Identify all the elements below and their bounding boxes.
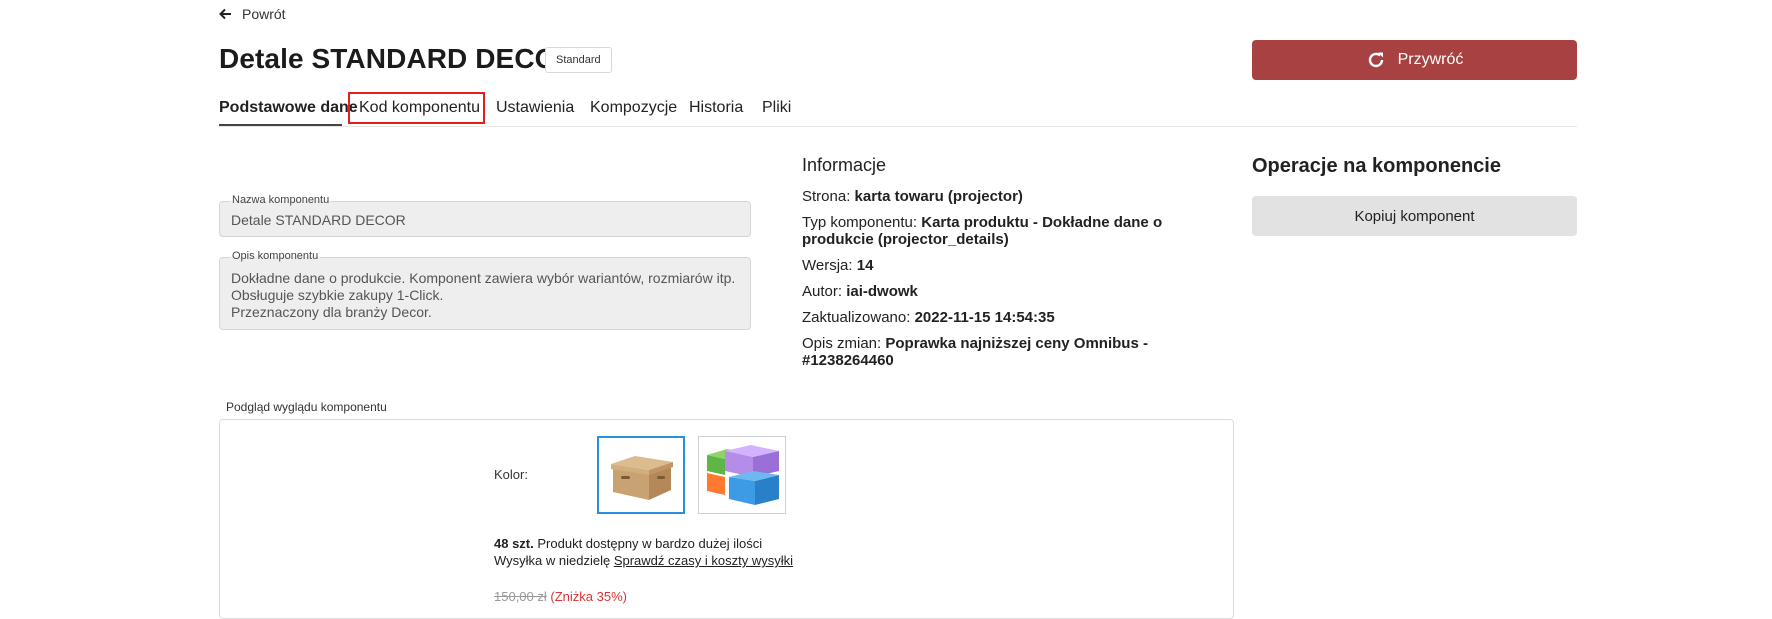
info-key: Typ komponentu: (802, 214, 918, 231)
tab-pliki[interactable]: Pliki (762, 99, 791, 117)
info-key: Autor: (802, 283, 843, 300)
description-line-1: Dokładne dane o produkcie. Komponent zaw… (231, 270, 736, 286)
status-badge: Standard (545, 47, 612, 73)
price-info: 150,00 zł (Zniżka 35%) (494, 589, 627, 604)
description-line-2: Obsługuje szybkie zakupy 1-Click. (231, 287, 444, 303)
copy-component-button[interactable]: Kopiuj komponent (1252, 196, 1577, 236)
cardboard-box-image (611, 456, 673, 500)
tab-highlight-box (348, 92, 485, 124)
shipping-info: Wysyłka w niedzielę Sprawdź czasy i kosz… (494, 553, 793, 568)
info-key: Strona: (802, 188, 851, 205)
back-link[interactable]: Powrót (219, 6, 286, 22)
color-label: Kolor: (494, 467, 528, 482)
info-row-zaktualizowano: Zaktualizowano: 2022-11-15 14:54:35 (802, 309, 1182, 326)
description-line-3: Przeznaczony dla branży Decor. (231, 304, 432, 320)
tab-ustawienia[interactable]: Ustawienia (496, 99, 574, 117)
refresh-icon (1368, 52, 1383, 68)
stock-info: 48 szt. Produkt dostępny w bardzo dużej … (494, 536, 762, 551)
info-value: 14 (856, 257, 874, 274)
colorful-boxes-image (707, 445, 779, 505)
component-description-field[interactable]: Opis komponentu Dokładne dane o produkci… (219, 250, 751, 330)
restore-button[interactable]: Przywróć (1252, 40, 1577, 80)
tab-podstawowe-dane[interactable]: Podstawowe dane (219, 99, 358, 117)
active-tab-indicator (219, 124, 342, 126)
shipping-text: Wysyłka w niedzielę (494, 553, 611, 568)
info-row-typ: Typ komponentu: Karta produktu - Dokładn… (802, 214, 1182, 248)
info-row-wersja: Wersja: 14 (802, 257, 1182, 274)
tab-bar: Podstawowe dane Kod komponentu Ustawieni… (219, 92, 1577, 127)
component-name-label: Nazwa komponentu (230, 194, 332, 206)
arrow-left-icon (219, 8, 231, 20)
info-value: 2022-11-15 14:54:35 (914, 309, 1055, 326)
old-price: 150,00 zł (494, 589, 547, 604)
stock-quantity: 48 szt. (494, 536, 534, 551)
tab-kompozycje[interactable]: Kompozycje (590, 99, 677, 117)
page-title: Detale STANDARD DECOR (219, 43, 577, 74)
restore-label: Przywróć (1397, 51, 1464, 68)
color-option-multicolor[interactable] (698, 436, 786, 514)
info-key: Wersja: (802, 257, 853, 274)
info-heading: Informacje (802, 155, 887, 175)
info-row-autor: Autor: iai-dwowk (802, 283, 1182, 300)
info-key: Opis zmian: (802, 335, 882, 352)
tab-historia[interactable]: Historia (689, 99, 743, 117)
stock-text: Produkt dostępny w bardzo dużej ilości (537, 536, 763, 551)
back-label: Powrót (242, 6, 286, 22)
color-option-cardboard[interactable] (597, 436, 685, 514)
component-name-value: Detale STANDARD DECOR (231, 212, 406, 228)
component-name-field[interactable]: Nazwa komponentu Detale STANDARD DECOR (219, 194, 751, 237)
operations-heading: Operacje na komponencie (1252, 155, 1501, 177)
component-description-label: Opis komponentu (230, 250, 321, 262)
info-row-opis-zmian: Opis zmian: Poprawka najniższej ceny Omn… (802, 335, 1182, 369)
info-key: Zaktualizowano: (802, 309, 911, 326)
info-value: karta towaru (projector) (854, 188, 1023, 205)
info-row-strona: Strona: karta towaru (projector) (802, 188, 1182, 205)
info-value: iai-dwowk (846, 283, 918, 300)
shipping-link[interactable]: Sprawdź czasy i koszty wysyłki (614, 553, 793, 568)
discount-label: (Zniżka 35%) (550, 589, 627, 604)
preview-label: Podgląd wyglądu komponentu (226, 400, 387, 414)
